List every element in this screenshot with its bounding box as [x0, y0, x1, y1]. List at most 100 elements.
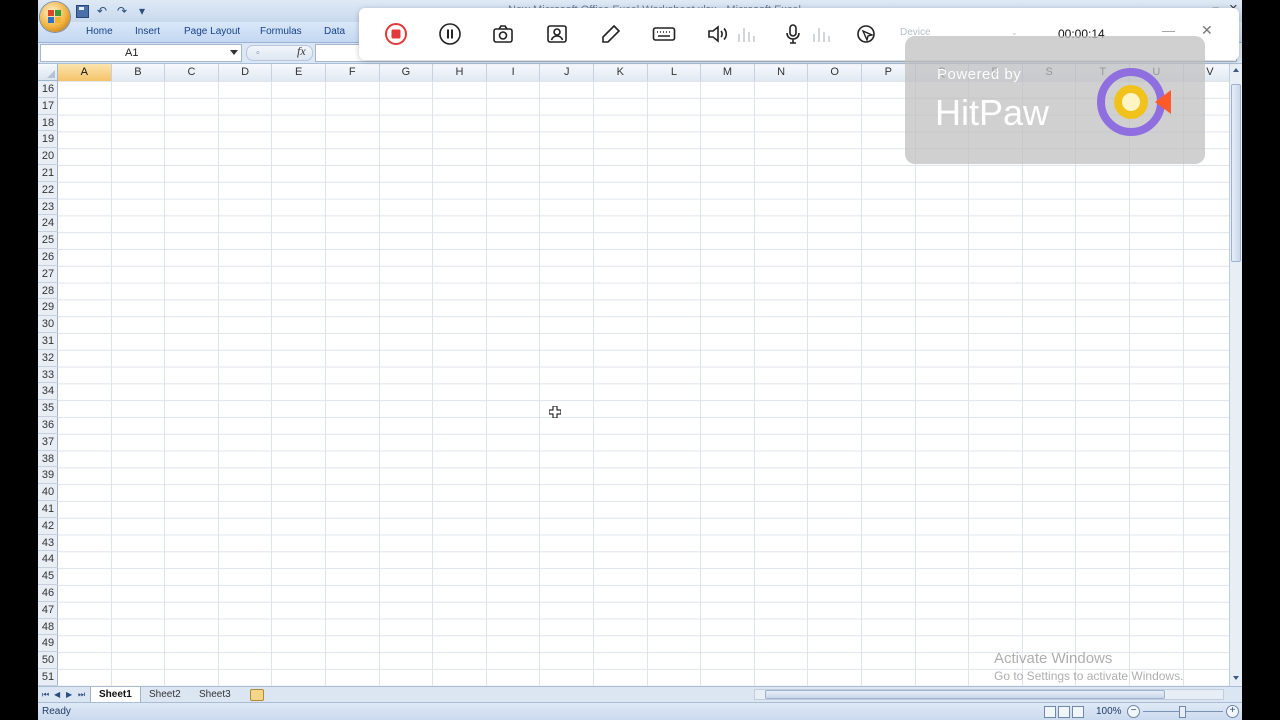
- scroll-down-icon[interactable]: [1233, 676, 1239, 680]
- column-header-e[interactable]: E: [272, 64, 326, 81]
- grid-column-line: [968, 81, 970, 686]
- row-header-42[interactable]: 42: [38, 518, 58, 535]
- row-header-23[interactable]: 23: [38, 199, 58, 216]
- row-header-27[interactable]: 27: [38, 266, 58, 283]
- row-header-25[interactable]: 25: [38, 232, 58, 249]
- mouse-click-icon[interactable]: [854, 22, 878, 46]
- row-header-47[interactable]: 47: [38, 602, 58, 619]
- row-header-24[interactable]: 24: [38, 215, 58, 233]
- column-header-j[interactable]: J: [540, 64, 594, 81]
- vertical-scrollbar[interactable]: [1229, 64, 1242, 686]
- normal-view-icon[interactable]: [1044, 706, 1056, 718]
- webcam-icon[interactable]: [545, 22, 569, 46]
- row-header-31[interactable]: 31: [38, 333, 58, 350]
- select-all-button[interactable]: [38, 64, 58, 81]
- row-header-17[interactable]: 17: [38, 98, 58, 115]
- pen-icon[interactable]: [599, 22, 623, 46]
- row-header-28[interactable]: 28: [38, 283, 58, 300]
- horizontal-scroll-thumb[interactable]: [765, 690, 1165, 699]
- column-header-b[interactable]: B: [112, 64, 166, 81]
- camera-icon[interactable]: [491, 22, 515, 46]
- row-header-40[interactable]: 40: [38, 484, 58, 501]
- row-header-39[interactable]: 39: [38, 467, 58, 485]
- row-header-33[interactable]: 33: [38, 367, 58, 384]
- next-sheet-icon[interactable]: ▶: [66, 690, 72, 699]
- page-layout-view-icon[interactable]: [1058, 706, 1070, 718]
- column-header-d[interactable]: D: [219, 64, 273, 81]
- sheet-tab-sheet2[interactable]: Sheet2: [141, 687, 189, 702]
- row-header-46[interactable]: 46: [38, 585, 58, 602]
- row-header-20[interactable]: 20: [38, 148, 58, 165]
- column-header-n[interactable]: N: [755, 64, 809, 81]
- row-header-18[interactable]: 18: [38, 115, 58, 132]
- column-header-k[interactable]: K: [594, 64, 648, 81]
- undo-icon[interactable]: ↶: [95, 4, 109, 18]
- grid-column-line: [1075, 81, 1077, 686]
- office-button[interactable]: [40, 2, 70, 32]
- row-header-22[interactable]: 22: [38, 182, 58, 199]
- column-header-f[interactable]: F: [326, 64, 380, 81]
- column-header-i[interactable]: I: [487, 64, 541, 81]
- tab-data[interactable]: Data: [324, 26, 345, 37]
- row-header-51[interactable]: 51: [38, 669, 58, 686]
- row-header-41[interactable]: 41: [38, 501, 58, 518]
- row-header-49[interactable]: 49: [38, 635, 58, 653]
- insert-function-icon[interactable]: fx: [297, 44, 306, 59]
- column-header-l[interactable]: L: [648, 64, 702, 81]
- customize-toolbar-icon[interactable]: ▾: [135, 4, 149, 18]
- sheet-tab-sheet3[interactable]: Sheet3: [191, 687, 239, 702]
- column-header-g[interactable]: G: [380, 64, 434, 81]
- speaker-icon[interactable]: [706, 22, 730, 46]
- row-header-35[interactable]: 35: [38, 400, 58, 417]
- row-header-19[interactable]: 19: [38, 131, 58, 149]
- last-sheet-icon[interactable]: ⏭: [78, 690, 85, 700]
- pause-icon[interactable]: [438, 22, 462, 46]
- row-header-34[interactable]: 34: [38, 383, 58, 401]
- vertical-scroll-thumb[interactable]: [1231, 84, 1241, 262]
- activate-windows-subtitle: Go to Settings to activate Windows.: [994, 669, 1184, 683]
- redo-icon[interactable]: ↷: [115, 4, 129, 18]
- tab-home[interactable]: Home: [86, 26, 113, 37]
- recorder-close-icon[interactable]: ✕: [1201, 22, 1213, 39]
- row-header-43[interactable]: 43: [38, 535, 58, 552]
- horizontal-scrollbar[interactable]: [754, 689, 1224, 700]
- row-header-29[interactable]: 29: [38, 299, 58, 317]
- column-header-c[interactable]: C: [165, 64, 219, 81]
- column-header-o[interactable]: O: [808, 64, 862, 81]
- row-header-37[interactable]: 37: [38, 434, 58, 451]
- cell-grid[interactable]: [58, 81, 1229, 686]
- row-header-36[interactable]: 36: [38, 417, 58, 434]
- row-header-21[interactable]: 21: [38, 165, 58, 182]
- row-header-32[interactable]: 32: [38, 350, 58, 367]
- first-sheet-icon[interactable]: ⏮: [42, 690, 49, 700]
- column-header-h[interactable]: H: [433, 64, 487, 81]
- row-header-16[interactable]: 16: [38, 81, 58, 98]
- row-header-50[interactable]: 50: [38, 652, 58, 669]
- keyboard-icon[interactable]: [652, 22, 676, 46]
- tab-page-layout[interactable]: Page Layout: [184, 26, 240, 37]
- tab-formulas[interactable]: Formulas: [260, 26, 302, 37]
- zoom-out-icon[interactable]: −: [1127, 705, 1140, 718]
- page-break-view-icon[interactable]: [1072, 706, 1084, 718]
- sheet-tab-sheet1[interactable]: Sheet1: [90, 687, 141, 703]
- microphone-icon[interactable]: [781, 22, 805, 46]
- prev-sheet-icon[interactable]: ◀: [54, 690, 60, 699]
- row-header-48[interactable]: 48: [38, 619, 58, 636]
- name-box-dropdown-icon[interactable]: [230, 50, 238, 55]
- row-header-45[interactable]: 45: [38, 568, 58, 585]
- zoom-slider-thumb[interactable]: [1179, 706, 1186, 718]
- record-stop-icon[interactable]: [384, 22, 408, 46]
- scroll-up-icon[interactable]: [1233, 68, 1239, 72]
- column-header-m[interactable]: M: [701, 64, 755, 81]
- row-header-30[interactable]: 30: [38, 316, 58, 333]
- row-header-26[interactable]: 26: [38, 249, 58, 266]
- save-icon[interactable]: [76, 4, 89, 18]
- row-header-38[interactable]: 38: [38, 451, 58, 468]
- zoom-in-icon[interactable]: +: [1226, 705, 1239, 718]
- name-box[interactable]: A1: [40, 44, 242, 62]
- column-header-a[interactable]: A: [58, 64, 112, 81]
- zoom-level[interactable]: 100%: [1096, 706, 1122, 717]
- insert-sheet-icon[interactable]: [250, 689, 264, 701]
- row-header-44[interactable]: 44: [38, 551, 58, 569]
- tab-insert[interactable]: Insert: [135, 26, 160, 37]
